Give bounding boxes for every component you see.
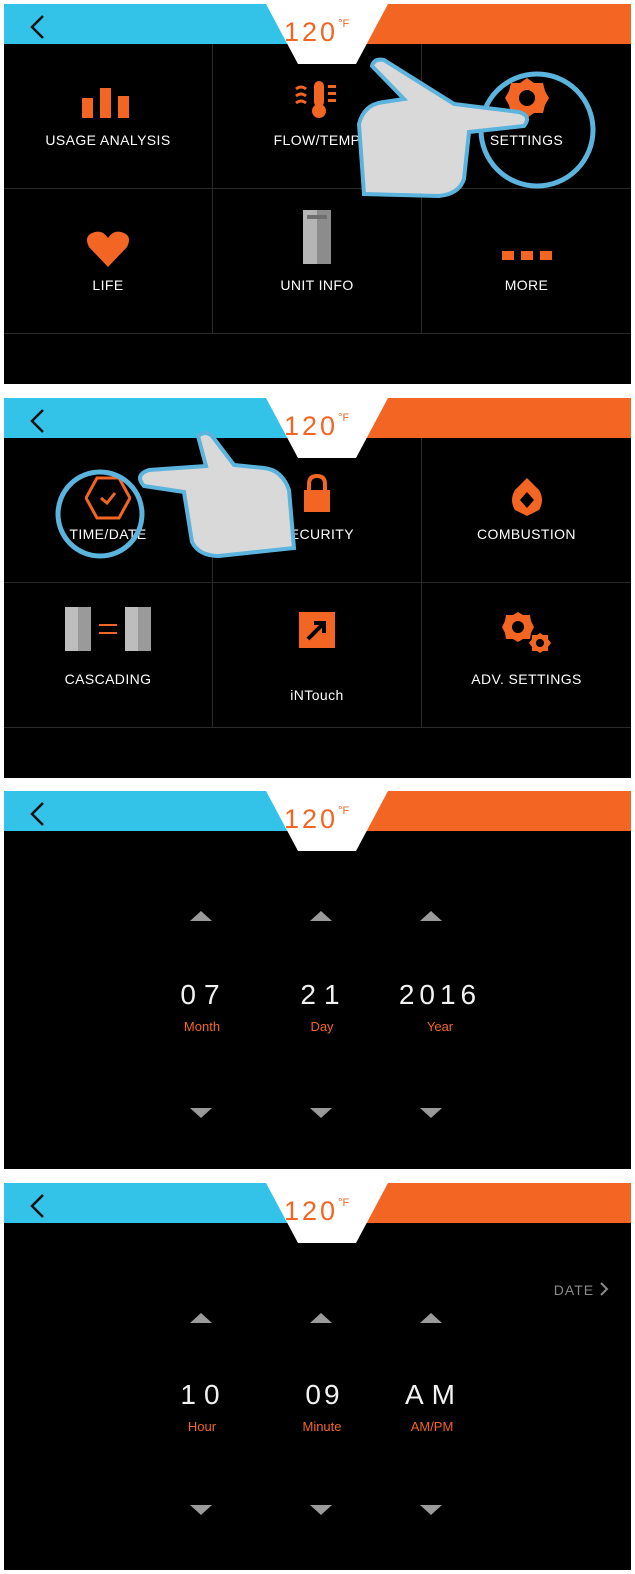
- thermometer-icon: [295, 81, 336, 118]
- back-button[interactable]: [26, 1189, 50, 1223]
- temperature-unit: °F: [338, 412, 350, 424]
- heart-icon: [87, 231, 129, 267]
- temperature-value: 120: [284, 804, 339, 834]
- menu-unit-info[interactable]: UNIT INFO: [213, 189, 422, 334]
- menu-life[interactable]: LIFE: [4, 189, 213, 334]
- gears-icon: [501, 612, 551, 653]
- chevron-left-icon: [30, 15, 44, 39]
- menu-more[interactable]: MORE: [422, 189, 631, 334]
- chevron-right-icon: [600, 1282, 609, 1296]
- back-button[interactable]: [26, 404, 50, 438]
- flame-icon: [511, 478, 542, 516]
- date-link-label: DATE: [553, 1282, 595, 1298]
- chevron-left-icon: [30, 1194, 44, 1218]
- gear-icon: [504, 78, 549, 118]
- hour-up-arrow[interactable]: [190, 1313, 212, 1323]
- menu-label: USAGE ANALYSIS: [45, 132, 171, 148]
- menu-adv-settings[interactable]: ADV. SETTINGS: [422, 583, 631, 728]
- menu-cascading[interactable]: CASCADING: [4, 583, 213, 728]
- temperature-value: 120: [284, 411, 339, 441]
- hour-value: 10: [180, 1379, 228, 1410]
- header-bar: 120°F: [4, 791, 631, 861]
- menu-label: LIFE: [92, 277, 124, 293]
- bar-chart-icon: [82, 88, 129, 118]
- menu-label: SECURITY: [280, 526, 354, 542]
- back-button[interactable]: [26, 10, 50, 44]
- settings-menu-screen: 120°F TIME/DATE SECURITY COMBUSTION CASC…: [4, 398, 631, 778]
- menu-label: TIME/DATE: [69, 526, 147, 542]
- menu-intouch[interactable]: iNTouch: [213, 583, 422, 728]
- minute-down-arrow[interactable]: [310, 1505, 332, 1515]
- temperature-unit: °F: [338, 805, 350, 817]
- chevron-left-icon: [30, 802, 44, 826]
- temperature-display: 120°F: [284, 1196, 374, 1227]
- menu-combustion[interactable]: COMBUSTION: [422, 438, 631, 583]
- menu-label: COMBUSTION: [477, 526, 576, 542]
- date-link-button[interactable]: DATE: [554, 1281, 609, 1298]
- clock-icon: [85, 476, 131, 520]
- menu-time-date[interactable]: TIME/DATE: [4, 438, 213, 583]
- more-dots-icon: [501, 251, 552, 260]
- menu-label: FLOW/TEMP: [273, 132, 361, 148]
- minute-up-arrow[interactable]: [310, 1313, 332, 1323]
- month-up-arrow[interactable]: [190, 911, 212, 921]
- year-label: Year: [426, 1019, 454, 1034]
- ampm-up-arrow[interactable]: [420, 1313, 442, 1323]
- menu-label: CASCADING: [64, 671, 152, 687]
- day-down-arrow[interactable]: [310, 1108, 332, 1118]
- menu-settings[interactable]: SETTINGS: [422, 44, 631, 189]
- temperature-unit: °F: [338, 1197, 350, 1209]
- year-value: 2016: [398, 979, 482, 1010]
- hour-label: Hour: [187, 1419, 217, 1434]
- menu-label: MORE: [504, 277, 549, 293]
- temperature-value: 120: [284, 17, 339, 47]
- menu-label: SETTINGS: [489, 132, 564, 148]
- main-menu-grid: USAGE ANALYSIS FLOW/TEMP SETTINGS LIFE U…: [4, 44, 631, 334]
- menu-label: iNTouch: [290, 687, 344, 703]
- time-screen: 120°F DATE 10 Hour 09 Minute AM AM/PM: [4, 1183, 631, 1570]
- chevron-left-icon: [30, 409, 44, 433]
- external-link-icon: [299, 612, 335, 648]
- year-down-arrow[interactable]: [420, 1108, 442, 1118]
- month-label: Month: [183, 1019, 221, 1034]
- main-menu-screen: 120°F USAGE ANALYSIS FLOW/TEMP SETTINGS: [4, 4, 631, 384]
- menu-flow-temp[interactable]: FLOW/TEMP: [213, 44, 422, 189]
- cascading-units-icon: [65, 607, 151, 651]
- hour-down-arrow[interactable]: [190, 1505, 212, 1515]
- date-screen: 120°F 07 Month 21 Day 2016 Year: [4, 791, 631, 1169]
- header-bar: 120°F: [4, 1183, 631, 1253]
- ampm-label: AM/PM: [410, 1419, 454, 1434]
- year-up-arrow[interactable]: [420, 911, 442, 921]
- ampm-value: AM: [405, 1379, 463, 1410]
- menu-usage-analysis[interactable]: USAGE ANALYSIS: [4, 44, 213, 189]
- month-down-arrow[interactable]: [190, 1108, 212, 1118]
- back-button[interactable]: [26, 797, 50, 831]
- month-value: 07: [180, 979, 228, 1010]
- temperature-unit: °F: [338, 18, 350, 30]
- temperature-display: 120°F: [284, 804, 374, 835]
- temperature-value: 120: [284, 1196, 339, 1226]
- settings-menu-grid: TIME/DATE SECURITY COMBUSTION CASCADING: [4, 438, 631, 728]
- lock-icon: [304, 474, 330, 512]
- ampm-down-arrow[interactable]: [420, 1505, 442, 1515]
- unit-cabinet-icon: [303, 210, 331, 264]
- day-up-arrow[interactable]: [310, 911, 332, 921]
- menu-label: ADV. SETTINGS: [471, 671, 582, 687]
- menu-label: UNIT INFO: [280, 277, 354, 293]
- menu-security[interactable]: SECURITY: [213, 438, 422, 583]
